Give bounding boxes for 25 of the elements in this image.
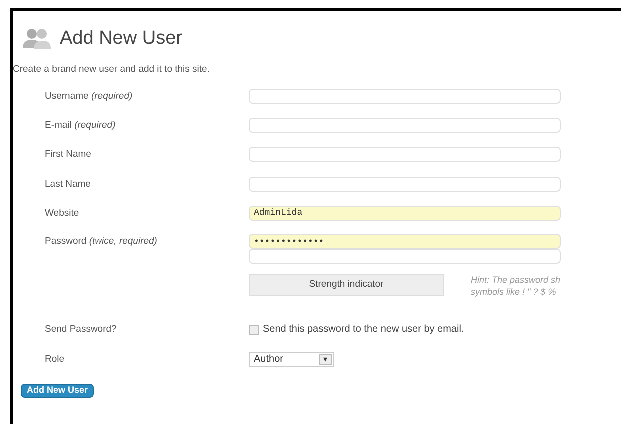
strength-indicator: Strength indicator bbox=[249, 274, 444, 296]
page-description: Create a brand new user and add it to this site. bbox=[13, 62, 211, 76]
field-label: Password (twice, required) bbox=[44, 235, 158, 249]
checkbox[interactable] bbox=[249, 324, 259, 334]
checkbox-label: Send this password to the new user by email. bbox=[263, 323, 464, 337]
hint-text: symbols like ! " ? $ % bbox=[471, 286, 558, 298]
field-label: Last Name bbox=[44, 178, 92, 192]
input-field[interactable] bbox=[249, 118, 561, 133]
field-label: Website bbox=[44, 206, 80, 221]
hint-text: Hint: The password sh bbox=[471, 274, 561, 286]
users-icon bbox=[22, 28, 52, 50]
input-field[interactable] bbox=[249, 88, 561, 104]
input-field[interactable] bbox=[249, 249, 561, 264]
input-field[interactable] bbox=[249, 176, 561, 192]
input-field[interactable]: AdminLida bbox=[249, 206, 561, 221]
input-field[interactable]: ••••••••••••• bbox=[249, 234, 561, 249]
field-label: First Name bbox=[44, 148, 92, 162]
field-label: Send Password? bbox=[44, 323, 118, 337]
input-field[interactable] bbox=[249, 147, 561, 162]
role-select[interactable]: Author ▾ bbox=[249, 352, 334, 368]
add-user-button[interactable]: Add New User bbox=[21, 384, 94, 398]
field-label: E-mail (required) bbox=[44, 119, 117, 133]
page-title: Add New User bbox=[60, 27, 182, 51]
field-label: Username (required) bbox=[44, 90, 134, 104]
field-label: Role bbox=[44, 353, 66, 368]
